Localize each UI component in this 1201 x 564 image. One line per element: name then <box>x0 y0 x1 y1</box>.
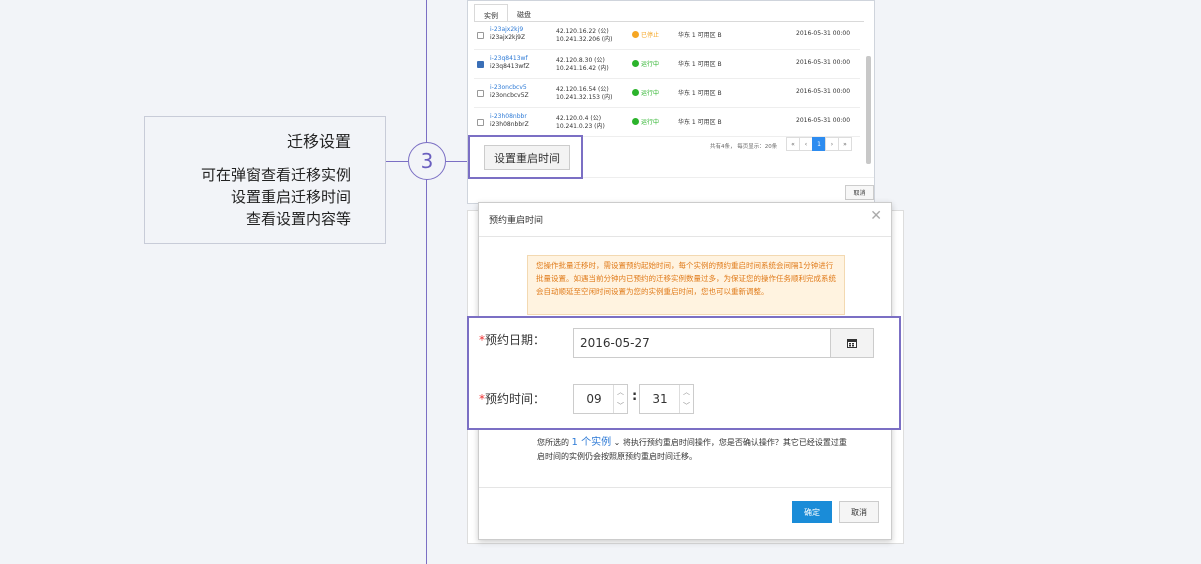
calendar-icon <box>847 339 857 348</box>
scrollbar[interactable] <box>866 56 871 164</box>
connector-left <box>386 161 408 162</box>
step-line: 设置重启迁移时间 <box>230 188 351 206</box>
dialog-footer-divider <box>479 487 891 488</box>
status-badge: 运行中 <box>632 88 659 97</box>
status-dot-icon <box>632 31 639 38</box>
hour-stepper[interactable]: 09 ︿ ﹀ <box>573 384 628 414</box>
timeline-line <box>426 0 427 564</box>
date-field[interactable]: 2016-05-27 <box>573 328 831 358</box>
confirm-text: 您所选的 1 个实例 ⌄ 将执行预约重启时间操作，您是否确认操作？其它已经设置过… <box>537 436 847 464</box>
row-checkbox[interactable] <box>477 32 484 39</box>
chevron-down-icon[interactable]: ⌄ <box>614 438 621 447</box>
instance-id-link[interactable]: i-23ajx2kj9 <box>490 26 523 33</box>
instance-name: i23h08nbbrZ <box>490 121 529 128</box>
date-label: *预约日期： <box>479 333 546 347</box>
migration-date: 2016-05-31 00:00 <box>796 88 851 95</box>
migration-date: 2016-05-31 00:00 <box>796 30 851 37</box>
table-row[interactable]: i-23h08nbbr i23h08nbbrZ 42.120.0.4 (公) 10.2… <box>474 108 860 137</box>
instance-name: i23q8413wfZ <box>490 63 530 70</box>
status-badge: 运行中 <box>632 117 659 126</box>
table-row[interactable]: i-23ajx2kj9 i23ajx2kj9Z 42.120.16.22 (公) 10… <box>474 21 860 50</box>
zone: 华东 1 可用区 B <box>678 119 722 126</box>
zone: 华东 1 可用区 B <box>678 32 722 39</box>
highlight-set-restart: 设置重启时间 <box>468 135 583 179</box>
instance-count-link[interactable]: 1 个实例 <box>572 437 612 448</box>
migration-date: 2016-05-31 00:00 <box>796 59 851 66</box>
instance-name: i23oncbcv5Z <box>490 92 529 99</box>
private-ip: 10.241.16.42 (内) <box>556 65 609 72</box>
pagination: « ‹ 1 › » <box>786 137 852 151</box>
pager-next-button[interactable]: › <box>825 137 839 151</box>
step-number-badge: 3 <box>408 142 446 180</box>
tab-bar: 实例 磁盘 <box>474 4 540 22</box>
highlight-schedule-form: *预约日期： 2016-05-27 *预约时间： 09 ︿ ﹀ : 31 ︿ ﹀ <box>467 316 901 430</box>
migration-date: 2016-05-31 00:00 <box>796 117 851 124</box>
pager-page-button[interactable]: 1 <box>812 137 826 151</box>
status-badge: 运行中 <box>632 59 659 68</box>
status-dot-icon <box>632 60 639 67</box>
private-ip: 10.241.32.153 (内) <box>556 94 613 101</box>
connector-right <box>446 161 468 162</box>
step-line: 查看设置内容等 <box>245 210 351 228</box>
pager-last-button[interactable]: » <box>838 137 852 151</box>
cancel-button[interactable]: 取消 <box>845 185 874 200</box>
chevron-up-icon[interactable]: ︿ <box>679 385 693 399</box>
close-icon[interactable]: ✕ <box>870 208 882 224</box>
tab-disks[interactable]: 磁盘 <box>508 4 540 22</box>
status-dot-icon <box>632 89 639 96</box>
warning-message: 您操作批量迁移时，需设置预约起始时间，每个实例的预约重启时间系统会间隔1分钟进行… <box>527 255 845 315</box>
zone: 华东 1 可用区 B <box>678 61 722 68</box>
step-line: 可在弹窗查看迁移实例 <box>200 166 351 184</box>
row-checkbox[interactable] <box>477 61 484 68</box>
minute-value: 31 <box>652 392 668 406</box>
row-checkbox[interactable] <box>477 119 484 126</box>
time-label: *预约时间： <box>479 392 546 406</box>
chevron-down-icon[interactable]: ﹀ <box>613 399 627 413</box>
dialog-title: 预约重启时间 <box>489 216 544 226</box>
calendar-button[interactable] <box>830 328 874 358</box>
cancel-button[interactable]: 取消 <box>839 501 879 523</box>
step-title: 迁移设置 <box>286 132 351 151</box>
pager-prev-button[interactable]: ‹ <box>799 137 813 151</box>
private-ip: 10.241.32.206 (内) <box>556 36 613 43</box>
ok-button[interactable]: 确定 <box>792 501 832 523</box>
zone: 华东 1 可用区 B <box>678 90 722 97</box>
minute-stepper[interactable]: 31 ︿ ﹀ <box>639 384 694 414</box>
dialog-divider <box>479 236 891 237</box>
instance-name: i23ajx2kj9Z <box>490 34 526 41</box>
set-restart-time-button[interactable]: 设置重启时间 <box>484 145 570 170</box>
chevron-up-icon[interactable]: ︿ <box>613 385 627 399</box>
step-description-box: 迁移设置 可在弹窗查看迁移实例 设置重启迁移时间 查看设置内容等 <box>144 116 386 244</box>
table-row[interactable]: i-23oncbcv5 i23oncbcv5Z 42.120.16.54 (公) 10… <box>474 79 860 108</box>
instance-id-link[interactable]: i-23q8413wf <box>490 55 528 62</box>
status-badge: 已停止 <box>632 30 659 39</box>
tab-instances[interactable]: 实例 <box>474 4 508 22</box>
status-dot-icon <box>632 118 639 125</box>
pager-first-button[interactable]: « <box>786 137 800 151</box>
private-ip: 10.241.0.23 (内) <box>556 123 605 130</box>
instance-id-link[interactable]: i-23h08nbbr <box>490 113 527 120</box>
confirm-prefix: 您所选的 <box>537 438 569 447</box>
chevron-down-icon[interactable]: ﹀ <box>679 399 693 413</box>
page-info: 共有4条， 每页显示：20条 <box>710 144 778 150</box>
hour-value: 09 <box>586 392 602 406</box>
row-checkbox[interactable] <box>477 90 484 97</box>
table-row[interactable]: i-23q8413wf i23q8413wfZ 42.120.8.30 (公) 10.… <box>474 50 860 79</box>
instance-id-link[interactable]: i-23oncbcv5 <box>490 84 527 91</box>
